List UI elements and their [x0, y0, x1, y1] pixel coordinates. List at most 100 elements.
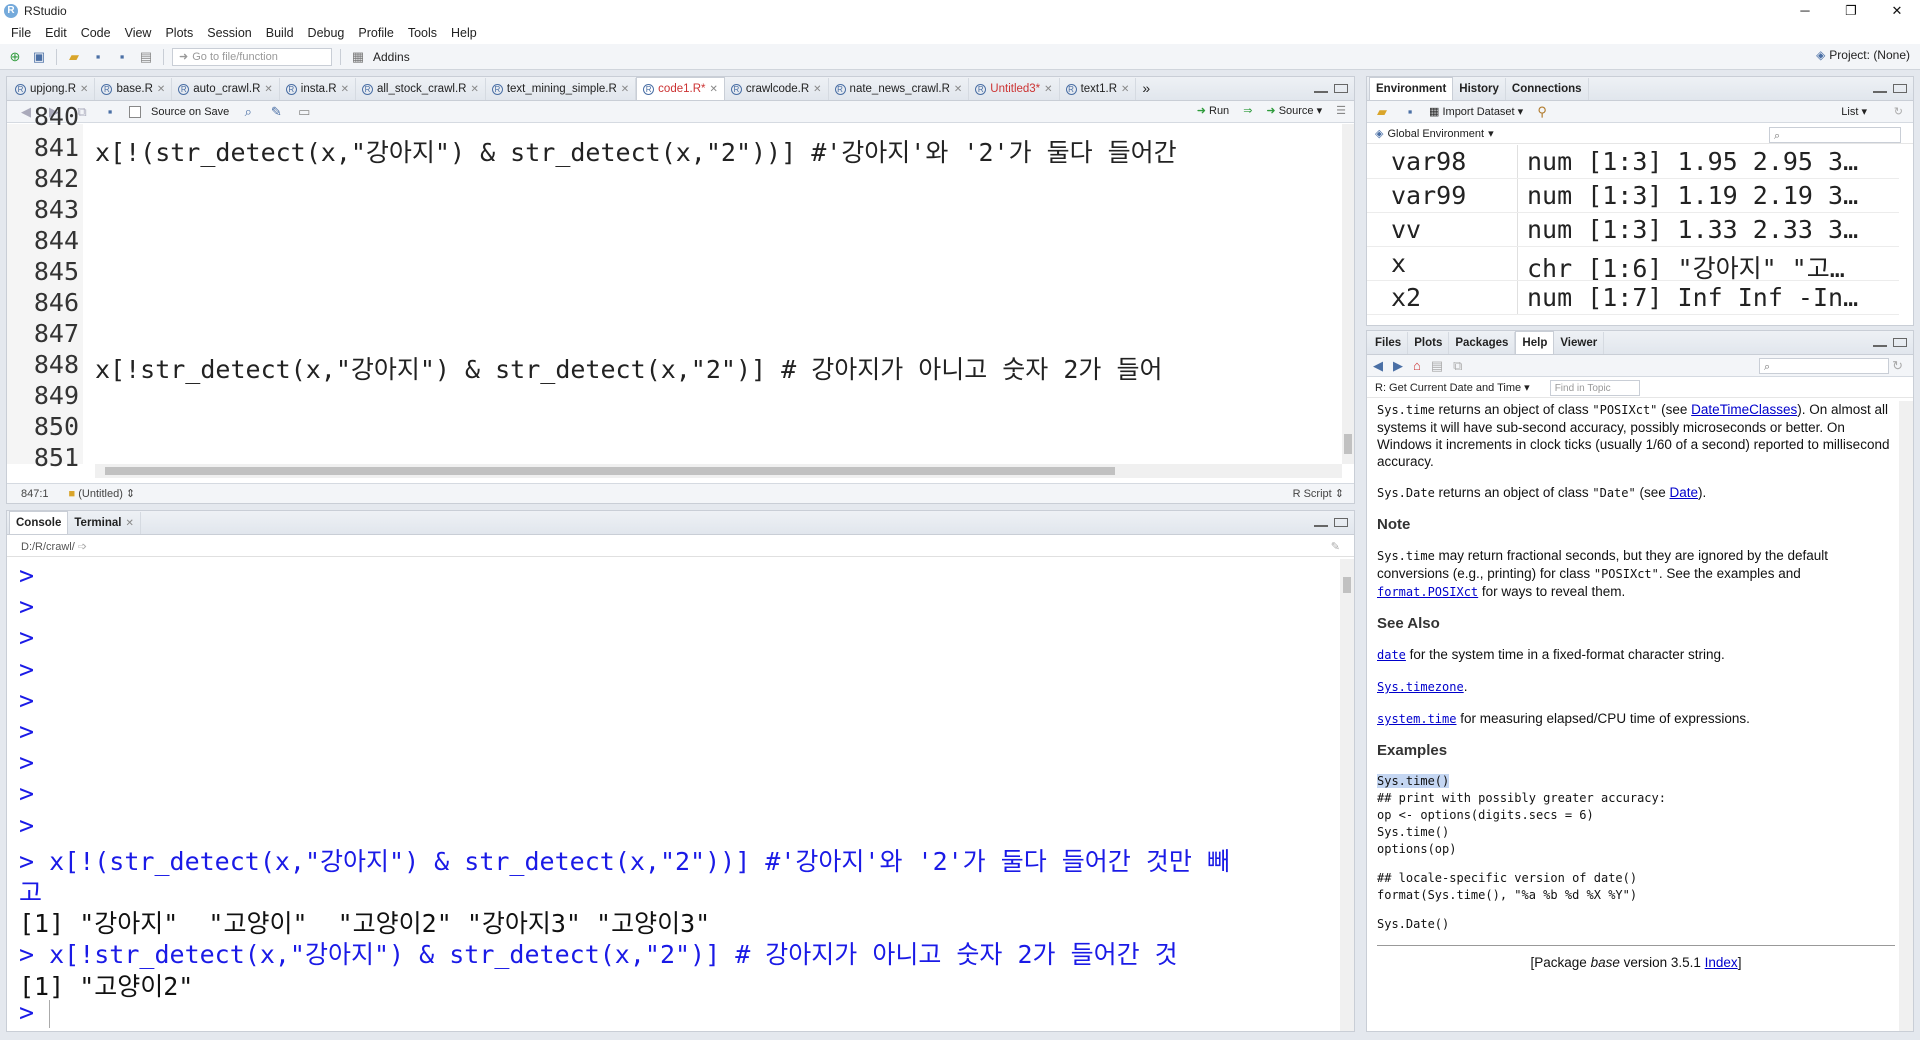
environment-row[interactable]: var98 num [1:3] 1.95 2.95 3…	[1367, 145, 1899, 179]
close-tab-icon[interactable]: ✕	[1044, 84, 1052, 95]
help-link-date-fn[interactable]: date	[1377, 648, 1406, 662]
help-link-sys-timezone[interactable]: Sys.timezone	[1377, 680, 1464, 694]
addins-menu[interactable]: Addins	[373, 50, 410, 64]
back-icon[interactable]: ◀	[1373, 358, 1383, 374]
tab-packages[interactable]: Packages	[1449, 332, 1516, 354]
environment-row[interactable]: vv num [1:3] 1.33 2.33 3…	[1367, 213, 1899, 247]
scroll-thumb[interactable]	[1343, 577, 1351, 593]
scroll-thumb[interactable]	[1344, 434, 1352, 454]
code-tools-icon[interactable]: ✎	[267, 103, 285, 121]
close-tab-icon[interactable]: ✕	[341, 84, 349, 95]
menu-session[interactable]: Session	[200, 26, 258, 40]
print-icon[interactable]: ▤	[137, 48, 155, 66]
minimize-pane-icon[interactable]	[1873, 344, 1887, 347]
tab-editor-file[interactable]: Rtext1.R ✕	[1060, 78, 1137, 100]
home-icon[interactable]: ⌂	[1413, 358, 1421, 373]
refresh-icon[interactable]: ↻	[1892, 358, 1903, 374]
file-type-selector[interactable]: R Script ⇕	[1293, 487, 1344, 500]
outline-icon[interactable]: ☰	[1336, 104, 1346, 117]
menu-file[interactable]: File	[4, 26, 38, 40]
tab-files[interactable]: Files	[1369, 332, 1409, 354]
menu-build[interactable]: Build	[259, 26, 301, 40]
tab-editor-file[interactable]: Rbase.R ✕	[95, 78, 173, 100]
save-icon[interactable]: ▪	[89, 48, 107, 66]
environment-row[interactable]: x chr [1:6] "강아지" "고…	[1367, 247, 1899, 281]
menu-tools[interactable]: Tools	[401, 26, 444, 40]
close-tab-icon[interactable]: ✕	[813, 84, 821, 95]
maximize-button[interactable]: ❐	[1828, 0, 1874, 22]
menu-help[interactable]: Help	[444, 26, 484, 40]
new-project-icon[interactable]: ▣	[30, 48, 48, 66]
scope-selector[interactable]: ■ (Untitled) ⇕	[69, 487, 136, 500]
tab-history[interactable]: History	[1453, 78, 1506, 100]
close-tab-icon[interactable]: ✕	[1121, 84, 1129, 95]
source-on-save-checkbox[interactable]	[129, 105, 141, 118]
broom-icon[interactable]: ⚲	[1533, 103, 1551, 121]
project-menu[interactable]: ◈ Project: (None)	[1816, 48, 1910, 62]
maximize-pane-icon[interactable]	[1334, 84, 1348, 93]
tab-plots[interactable]: Plots	[1408, 332, 1450, 354]
close-button[interactable]: ✕	[1874, 0, 1920, 22]
save-all-icon[interactable]: ▪	[113, 48, 131, 66]
environment-search-input[interactable]: ⌕	[1769, 127, 1901, 143]
rerun-icon[interactable]: ⇒	[1243, 104, 1252, 117]
editor-vertical-scrollbar[interactable]	[1342, 124, 1354, 464]
tab-editor-file[interactable]: Rall_stock_crawl.R ✕	[356, 78, 486, 100]
open-file-icon[interactable]: ▰	[65, 48, 83, 66]
maximize-pane-icon[interactable]	[1334, 518, 1348, 527]
tab-connections[interactable]: Connections	[1506, 78, 1589, 100]
minimize-pane-icon[interactable]	[1314, 524, 1328, 527]
maximize-pane-icon[interactable]	[1893, 338, 1907, 347]
console-vertical-scrollbar[interactable]	[1340, 559, 1354, 1031]
tab-editor-file[interactable]: Rinsta.R ✕	[280, 78, 356, 100]
menu-view[interactable]: View	[118, 26, 159, 40]
menu-profile[interactable]: Profile	[351, 26, 400, 40]
menu-code[interactable]: Code	[74, 26, 118, 40]
code-area[interactable]: x[!(str_detect(x,"강아지") & str_detect(x,"…	[95, 124, 1342, 464]
tab-terminal[interactable]: Terminal ✕	[68, 512, 141, 534]
environment-row[interactable]: var99 num [1:3] 1.19 2.19 3…	[1367, 179, 1899, 213]
help-topic-selector[interactable]: R: Get Current Date and Time ▾	[1375, 381, 1530, 394]
list-view-selector[interactable]: List ▾	[1841, 105, 1867, 118]
menu-debug[interactable]: Debug	[301, 26, 352, 40]
close-tab-icon[interactable]: ✕	[264, 84, 272, 95]
close-tab-icon[interactable]: ✕	[954, 84, 962, 95]
show-in-window-icon[interactable]: ⧉	[1453, 358, 1462, 374]
help-vertical-scrollbar[interactable]	[1899, 401, 1913, 1031]
tab-editor-file[interactable]: Rtext_mining_simple.R ✕	[486, 78, 637, 100]
close-tab-icon[interactable]: ✕	[80, 84, 88, 95]
help-link-date[interactable]: Date	[1670, 485, 1699, 500]
tab-viewer[interactable]: Viewer	[1554, 332, 1605, 354]
more-tabs-icon[interactable]: »	[1136, 77, 1156, 100]
tab-editor-file[interactable]: Rauto_crawl.R ✕	[172, 78, 280, 100]
print-icon[interactable]: ▤	[1431, 358, 1443, 374]
minimize-button[interactable]: ─	[1782, 0, 1828, 22]
save-workspace-icon[interactable]: ▪	[1401, 103, 1419, 121]
find-icon[interactable]: ⌕	[239, 103, 257, 121]
help-link-index[interactable]: Index	[1705, 955, 1738, 970]
run-button[interactable]: ➜ Run	[1197, 104, 1229, 117]
help-search-input[interactable]: ⌕	[1759, 358, 1889, 374]
tab-editor-file[interactable]: Rcode1.R* ✕	[636, 77, 725, 100]
close-tab-icon[interactable]: ✕	[621, 84, 629, 95]
editor-horizontal-scrollbar[interactable]	[95, 464, 1342, 478]
scroll-thumb[interactable]	[105, 467, 1115, 475]
help-link-format-posixct[interactable]: format.POSIXct	[1377, 585, 1478, 599]
environment-row[interactable]: x2 num [1:7] Inf Inf -In…	[1367, 281, 1899, 315]
refresh-icon[interactable]: ↻	[1894, 105, 1903, 118]
go-to-directory-icon[interactable]: ➩	[78, 541, 87, 553]
workspace-panes-icon[interactable]: ▦	[349, 48, 367, 66]
minimize-pane-icon[interactable]	[1314, 90, 1328, 93]
console-output[interactable]: > > > > > > > > > > x[!(str_detect(x,"강아지") & str…	[17, 559, 1340, 1031]
tab-editor-file[interactable]: Rcrawlcode.R ✕	[725, 78, 829, 100]
source-button[interactable]: ➜ Source ▾	[1266, 104, 1322, 117]
help-link-system-time[interactable]: system.time	[1377, 712, 1456, 726]
tab-environment[interactable]: Environment	[1369, 77, 1454, 100]
clear-console-icon[interactable]: ✎	[1331, 540, 1340, 553]
load-workspace-icon[interactable]: ▰	[1373, 103, 1391, 121]
menu-edit[interactable]: Edit	[38, 26, 74, 40]
find-in-topic-input[interactable]: Find in Topic	[1549, 379, 1640, 396]
forward-icon[interactable]: ▶	[1393, 358, 1403, 374]
tab-help[interactable]: Help	[1515, 331, 1555, 354]
close-tab-icon[interactable]: ✕	[125, 518, 133, 529]
